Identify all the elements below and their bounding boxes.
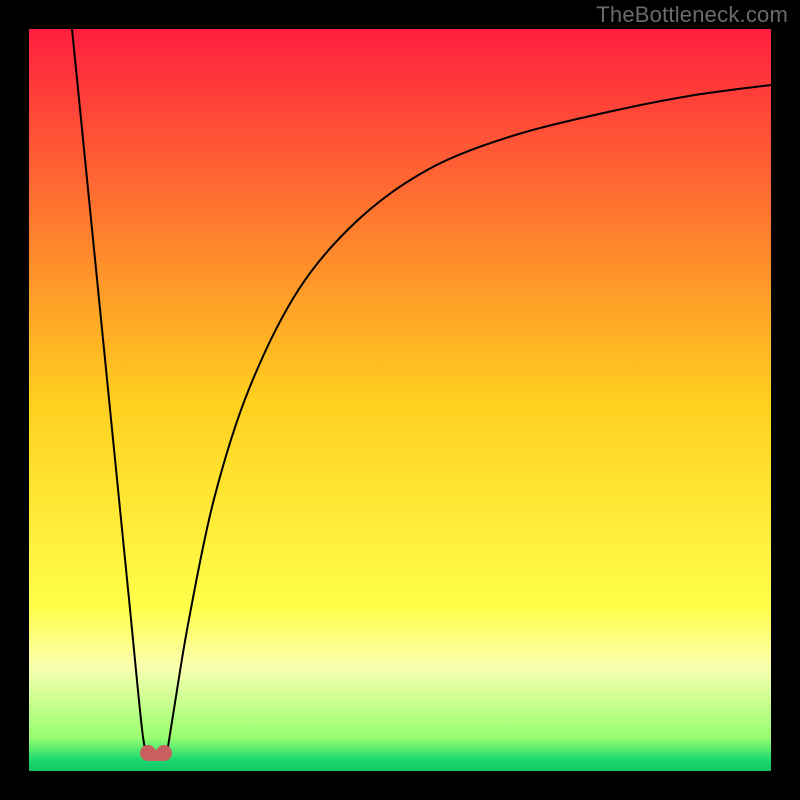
chart-background	[29, 29, 771, 771]
plot-svg	[29, 29, 771, 771]
watermark-text: TheBottleneck.com	[596, 2, 788, 28]
chart-frame: TheBottleneck.com	[0, 0, 800, 800]
plot-area	[29, 29, 771, 771]
